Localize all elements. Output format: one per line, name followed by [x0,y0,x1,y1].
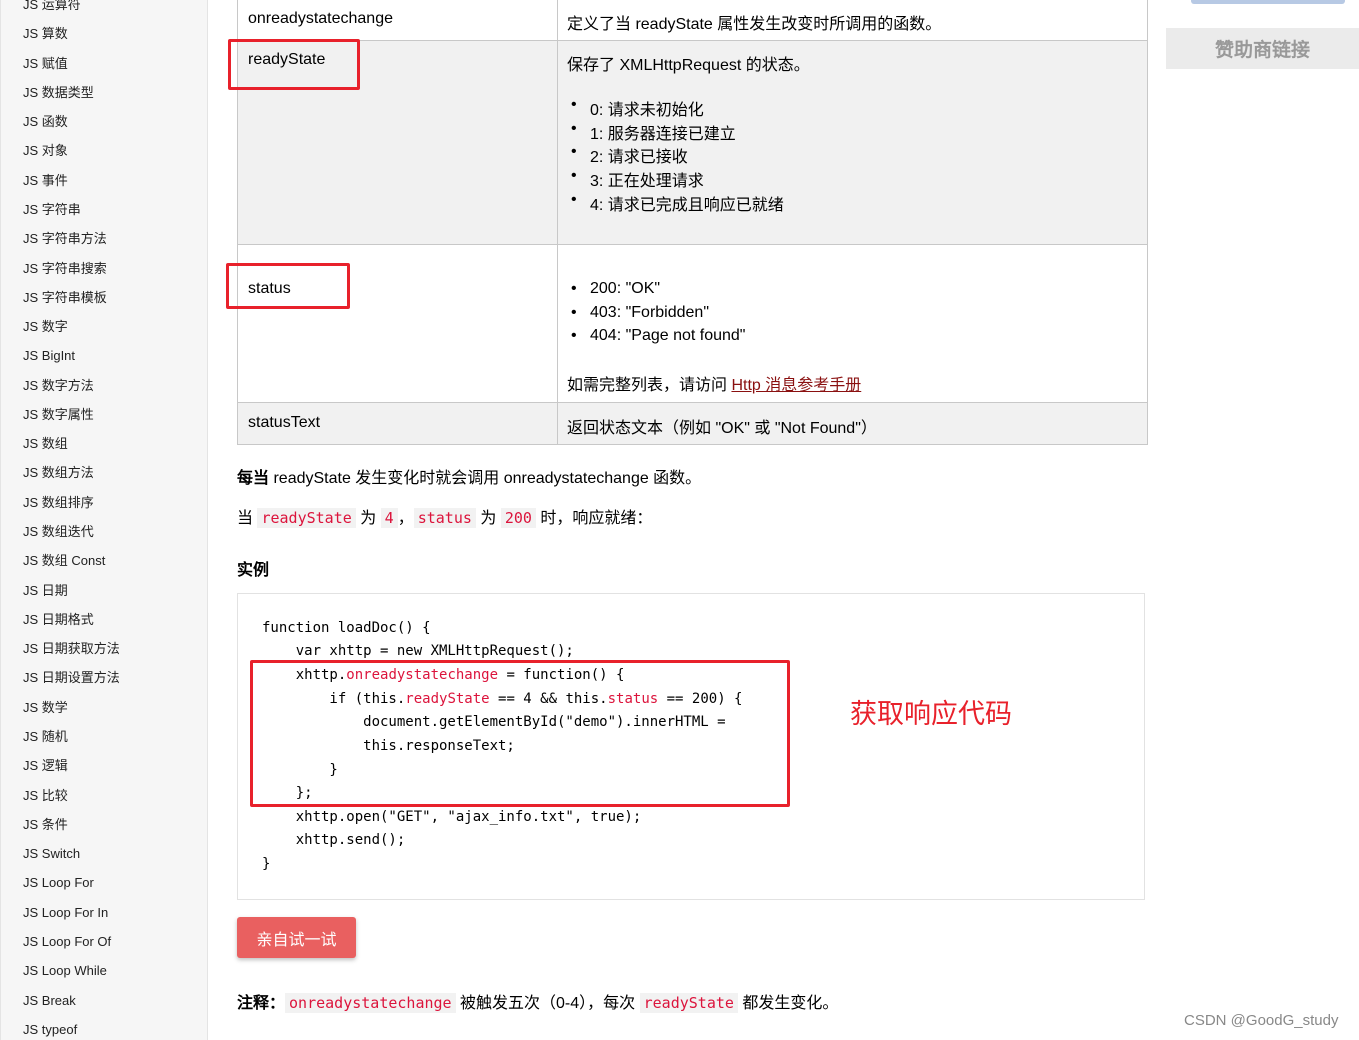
property-description: 定义了当 readyState 属性发生改变时所调用的函数。 [567,16,942,33]
sidebar-item[interactable]: JS Loop For In [23,905,108,921]
sidebar-item[interactable]: JS 对象 [23,143,68,159]
sidebar-item[interactable]: JS 条件 [23,817,68,833]
sidebar-item[interactable]: JS Break [23,993,76,1009]
property-name: onreadystatechange [248,10,393,27]
sidebar-item[interactable]: JS 数字 [23,319,68,335]
inline-code: 200 [500,508,536,528]
paragraph-text: 当 [237,510,258,527]
ad-banner-edge [1191,0,1345,4]
code-line: } [262,856,271,872]
list-item: 3: 正在处理请求 [567,167,784,191]
highlight-box-status [226,263,350,309]
sidebar-item[interactable]: JS 日期格式 [23,612,94,628]
inline-code: 4 [380,508,398,528]
example-heading: 实例 [237,562,270,579]
sidebar-item[interactable]: JS 数组 Const [23,553,105,569]
sidebar-item[interactable]: JS 日期 [23,583,68,599]
property-description: 保存了 XMLHttpRequest 的状态。 [567,57,810,74]
sidebar-item[interactable]: JS 日期设置方法 [23,670,120,686]
inline-code: readyState [257,508,356,528]
paragraph-text: 都发生变化。 [737,995,839,1012]
sidebar-item[interactable]: JS 赋值 [23,56,68,72]
note-paragraph: 注释： onreadystatechange 被触发五次（0-4），每次 read… [237,989,838,1013]
sidebar-item[interactable]: JS 比较 [23,788,68,804]
paragraph-readystate-change: 每当 readyState 发生变化时就会调用 onreadystatechan… [237,464,701,488]
sidebar-item[interactable]: JS 算数 [23,26,68,42]
sidebar-item[interactable]: JS 随机 [23,729,68,745]
sidebar-item[interactable]: JS 字符串搜索 [23,261,107,277]
status-note-text: 如需完整列表，请访问 [567,377,732,394]
code-line: xhttp.open("GET", "ajax_info.txt", true)… [262,809,642,825]
list-item: 200: "OK" [567,280,745,304]
list-item: 2: 请求已接收 [567,143,784,167]
status-note: 如需完整列表，请访问 Http 消息参考手册 [567,371,861,395]
list-item: 0: 请求未初始化 [567,96,784,120]
annotation-text: 获取响应代码 [850,699,1012,730]
sidebar-item[interactable]: JS BigInt [23,348,75,364]
sidebar: JS 运算符 JS 算数 JS 赋值 JS 数据类型 JS 函数 JS 对象 JS 事件 JS… [0,0,208,1040]
property-name: statusText [248,414,321,431]
status-list: 200: "OK" 403: "Forbidden" 404: "Page no… [567,280,745,351]
sidebar-item[interactable]: JS 逻辑 [23,758,68,774]
list-item: 4: 请求已完成且响应已就绪 [567,191,784,215]
main-content: onreadystatechange 定义了当 readyState 属性发生改… [208,0,1158,1040]
paragraph-text: 时，响应就绪： [535,510,653,527]
sidebar-item[interactable]: JS 数组方法 [23,465,94,481]
try-it-button[interactable]: 亲自试一试 [237,917,356,958]
sidebar-item[interactable]: JS 数组迭代 [23,524,94,540]
sidebar-item[interactable]: JS 事件 [23,173,68,189]
paragraph-response-ready: 当 readyState 为 4， status 为 200 时，响应就绪： [237,504,652,528]
readystate-list: 0: 请求未初始化 1: 服务器连接已建立 2: 请求已接收 3: 正在处理请求… [567,96,784,214]
sidebar-item[interactable]: JS 数组 [23,436,68,452]
code-line: xhttp.send(); [262,832,406,848]
sidebar-item[interactable]: JS Loop While [23,963,107,979]
sidebar-item[interactable]: JS 运算符 [23,0,81,13]
list-item: 403: "Forbidden" [567,304,745,328]
paragraph-text: 为 [475,510,501,527]
list-item: 1: 服务器连接已建立 [567,120,784,144]
bold-text: 注释： [237,995,286,1012]
sidebar-item[interactable]: JS Loop For [23,875,94,891]
sidebar-item[interactable]: JS 数据类型 [23,85,94,101]
sponsor-links-heading: 赞助商链接 [1166,28,1359,69]
highlight-box-code [250,660,790,807]
right-sidebar: 赞助商链接 [1166,0,1359,1040]
paragraph-text: ， [397,510,414,527]
paragraph-text: readyState 发生变化时就会调用 onreadystatechange … [269,470,702,487]
sidebar-item[interactable]: JS 字符串方法 [23,231,107,247]
sidebar-item[interactable]: JS 字符串模板 [23,290,107,306]
http-reference-link[interactable]: Http 消息参考手册 [731,377,861,394]
inline-code: onreadystatechange [285,993,456,1013]
sidebar-item[interactable]: JS 函数 [23,114,68,130]
sidebar-item[interactable]: JS Loop For Of [23,934,111,950]
property-description: 返回状态文本（例如 "OK" 或 "Not Found"） [567,420,877,437]
paragraph-text: 被触发五次（0-4），每次 [455,995,640,1012]
sidebar-item[interactable]: JS 数组排序 [23,495,94,511]
list-item: 404: "Page not found" [567,327,745,351]
sidebar-item[interactable]: JS 日期获取方法 [23,641,120,657]
sidebar-item[interactable]: JS 数字方法 [23,378,94,394]
sidebar-item[interactable]: JS 字符串 [23,202,81,218]
code-line: function loadDoc() { [262,620,431,636]
bold-text: 每当 [237,470,270,487]
sidebar-item[interactable]: JS 数字属性 [23,407,94,423]
inline-code: readyState [639,993,738,1013]
sidebar-item[interactable]: JS typeof [23,1022,77,1038]
highlight-box-readystate [228,39,360,90]
watermark: CSDN @GoodG_study [1184,1012,1339,1029]
sidebar-item[interactable]: JS 数学 [23,700,68,716]
inline-code: status [413,508,476,528]
paragraph-text: 为 [355,510,381,527]
sidebar-item[interactable]: JS Switch [23,846,80,862]
code-line: var xhttp = new XMLHttpRequest(); [262,643,574,659]
